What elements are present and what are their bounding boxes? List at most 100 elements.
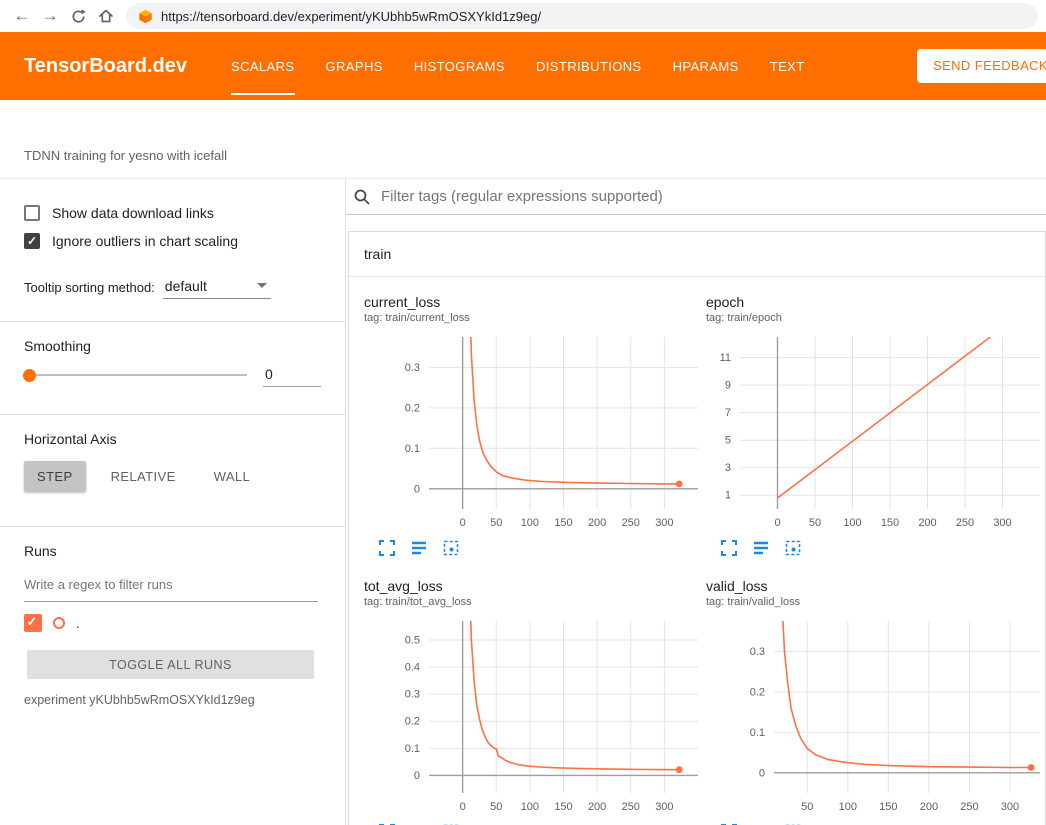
svg-text:150: 150 <box>554 801 572 813</box>
chart-title: current_loss <box>364 293 700 311</box>
chevron-down-icon <box>257 283 267 288</box>
chart-tag: tag: train/valid_loss <box>706 595 1042 609</box>
svg-text:250: 250 <box>622 517 640 529</box>
tab-graphs[interactable]: GRAPHS <box>326 32 383 100</box>
ignore-outliers-checkbox[interactable] <box>24 233 40 249</box>
filter-tags-input[interactable] <box>381 188 1046 205</box>
toggle-all-runs-button[interactable]: TOGGLE ALL RUNS <box>27 650 314 679</box>
home-button[interactable] <box>92 2 120 30</box>
chart-tag: tag: train/current_loss <box>364 311 700 325</box>
svg-text:50: 50 <box>490 517 502 529</box>
experiment-id-label: experiment yKUbhb5wRmOSXYkId1z9eg <box>0 679 345 721</box>
svg-text:300: 300 <box>655 517 673 529</box>
tab-text[interactable]: TEXT <box>770 32 805 100</box>
chart-tag: tag: train/tot_avg_loss <box>364 595 700 609</box>
content: Show data download links Ignore outliers… <box>0 179 1046 825</box>
reload-button[interactable] <box>64 2 92 30</box>
svg-text:200: 200 <box>918 517 936 529</box>
horizontal-axis-label: Horizontal Axis <box>0 415 345 449</box>
chart-title: valid_loss <box>706 577 1042 595</box>
svg-text:200: 200 <box>920 801 938 813</box>
line-chart[interactable]: 00.10.20.350100150200250300 <box>706 613 1042 819</box>
svg-text:150: 150 <box>554 517 572 529</box>
fit-domain-icon[interactable] <box>442 539 460 557</box>
url-text: https://tensorboard.dev/experiment/yKUbh… <box>161 9 541 24</box>
svg-text:1: 1 <box>725 490 731 502</box>
browser-toolbar: ← → https://tensorboard.dev/experiment/y… <box>0 0 1046 32</box>
chart-title: tot_avg_loss <box>364 577 700 595</box>
svg-text:0.4: 0.4 <box>405 662 420 674</box>
tab-scalars[interactable]: SCALARS <box>231 32 295 100</box>
svg-text:0.3: 0.3 <box>750 646 765 658</box>
smoothing-slider-row: 0 <box>0 356 345 394</box>
chart-toolbar <box>706 539 1042 557</box>
back-button[interactable]: ← <box>8 2 36 30</box>
line-chart[interactable]: 1357911050100150200250300 <box>706 329 1042 535</box>
svg-text:0.5: 0.5 <box>405 634 420 646</box>
axis-step-button[interactable]: STEP <box>24 461 86 492</box>
chart-title: epoch <box>706 293 1042 311</box>
run-checkbox[interactable] <box>24 614 42 632</box>
run-row[interactable]: . <box>0 602 345 642</box>
tooltip-sorting-dropdown[interactable]: default <box>163 276 271 299</box>
home-icon <box>97 7 115 25</box>
chart-toolbar <box>364 539 700 557</box>
tooltip-sorting-label: Tooltip sorting method: <box>24 280 155 295</box>
data-series-icon[interactable] <box>410 539 428 557</box>
expand-icon[interactable] <box>720 539 738 557</box>
smoothing-label: Smoothing <box>0 322 345 356</box>
line-chart[interactable]: 00.10.20.3050100150200250300 <box>364 329 700 535</box>
ignore-outliers-label: Ignore outliers in chart scaling <box>52 233 238 249</box>
svg-text:250: 250 <box>960 801 978 813</box>
line-chart[interactable]: 00.10.20.30.40.5050100150200250300 <box>364 613 700 819</box>
svg-text:0.2: 0.2 <box>405 716 420 728</box>
scalars-main: train current_loss tag: train/current_lo… <box>346 179 1046 825</box>
search-icon <box>353 188 371 206</box>
show-download-links-label: Show data download links <box>52 205 214 221</box>
tab-histograms[interactable]: HISTOGRAMS <box>414 32 505 100</box>
svg-text:300: 300 <box>993 517 1011 529</box>
svg-text:7: 7 <box>725 407 731 419</box>
forward-button[interactable]: → <box>36 2 64 30</box>
tab-distributions[interactable]: DISTRIBUTIONS <box>536 32 642 100</box>
runs-filter-input[interactable] <box>24 571 318 602</box>
nav-tabs: SCALARS GRAPHS HISTOGRAMS DISTRIBUTIONS … <box>231 32 805 100</box>
data-series-icon[interactable] <box>752 539 770 557</box>
app-logo[interactable]: TensorBoard.dev <box>24 55 187 78</box>
smoothing-slider-knob[interactable] <box>23 369 36 382</box>
run-color-swatch <box>53 617 65 629</box>
expand-icon[interactable] <box>378 539 396 557</box>
tab-hparams[interactable]: HPARAMS <box>673 32 739 100</box>
tooltip-sorting-value: default <box>165 278 207 294</box>
smoothing-slider[interactable] <box>24 374 247 376</box>
axis-relative-button[interactable]: RELATIVE <box>98 461 189 492</box>
svg-text:50: 50 <box>809 517 821 529</box>
svg-text:3: 3 <box>725 462 731 474</box>
axis-wall-button[interactable]: WALL <box>201 461 264 492</box>
svg-text:100: 100 <box>843 517 861 529</box>
svg-text:0.1: 0.1 <box>750 727 765 739</box>
settings-sidebar: Show data download links Ignore outliers… <box>0 179 346 825</box>
svg-text:5: 5 <box>725 435 731 447</box>
filter-tags-row <box>346 179 1046 215</box>
svg-text:0: 0 <box>414 483 420 495</box>
experiment-description: TDNN training for yesno with icefall <box>0 100 1046 179</box>
smoothing-value-input[interactable]: 0 <box>263 364 321 387</box>
svg-text:300: 300 <box>1001 801 1019 813</box>
reload-icon <box>70 8 87 25</box>
send-feedback-button[interactable]: SEND FEEDBACK <box>917 49 1046 83</box>
ignore-outliers-row: Ignore outliers in chart scaling <box>0 227 345 255</box>
chart-card: epoch tag: train/epoch 13579110501001502… <box>706 293 1042 557</box>
url-bar[interactable]: https://tensorboard.dev/experiment/yKUbh… <box>126 3 1038 29</box>
svg-text:100: 100 <box>521 801 539 813</box>
fit-domain-icon[interactable] <box>784 539 802 557</box>
chart-card: valid_loss tag: train/valid_loss 00.10.2… <box>706 577 1042 825</box>
show-download-links-checkbox[interactable] <box>24 205 40 221</box>
svg-text:0.3: 0.3 <box>405 362 420 374</box>
svg-text:0: 0 <box>460 517 466 529</box>
svg-text:0.1: 0.1 <box>405 743 420 755</box>
chart-card: current_loss tag: train/current_loss 0 0.… <box>364 293 700 557</box>
charts-grid: current_loss tag: train/current_loss 0 0.… <box>349 277 1045 825</box>
tag-section-header[interactable]: train <box>349 232 1045 277</box>
svg-text:50: 50 <box>801 801 813 813</box>
